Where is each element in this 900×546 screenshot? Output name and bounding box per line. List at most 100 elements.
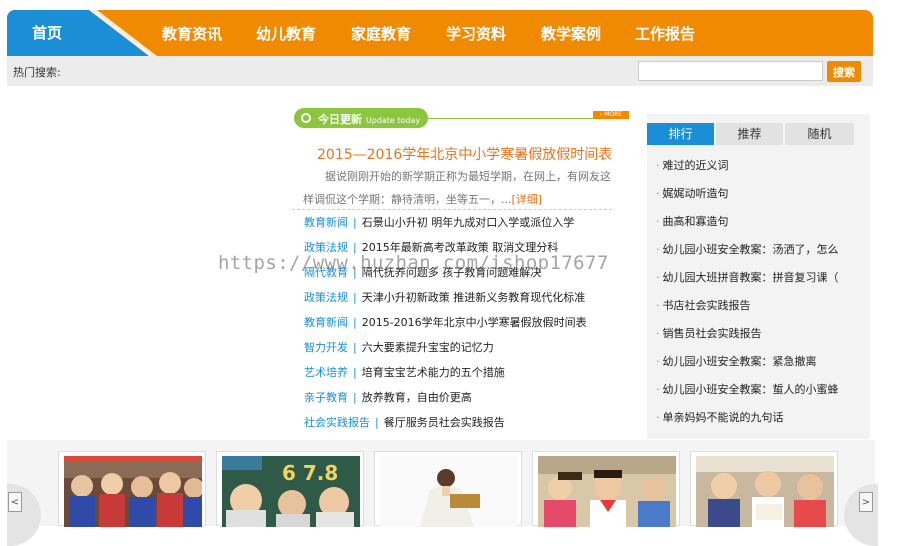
summary-text: 据说刚刚开始的新学期正称为最短学期，在网上，有网友这样调侃这个学期：静待清明，坐… [303, 170, 611, 206]
news-item: 智力开发 | 六大要素提升宝宝的记忆力 [304, 337, 587, 362]
ranking-panel: 排行 推荐 随机 · 难过的近义词 · 娓娓动听造句 · 曲高和寡造句 · 幼儿园小班安… [647, 114, 870, 439]
woman-white-dress-photo [380, 456, 518, 527]
news-title[interactable]: 六大要素提升宝宝的记忆力 [362, 341, 494, 354]
today-update-subtitle: Update today [365, 116, 421, 125]
today-update-badge: 今日更新 Update today [294, 108, 428, 128]
carousel-thumbnail[interactable] [374, 451, 522, 527]
news-separator: | [353, 291, 357, 304]
news-separator: | [353, 366, 357, 379]
search-bar: 热门搜索: 搜索 [7, 56, 873, 86]
ranking-item-title: 幼儿园大班拼音教案：拼音复习课（ [662, 271, 839, 284]
bullet-icon: · [656, 299, 660, 312]
nav-item-study-materials[interactable]: 学习资料 [446, 23, 506, 44]
news-category[interactable]: 政策法规 [304, 291, 348, 304]
tab-recommended[interactable]: 推荐 [716, 123, 783, 145]
news-item: 亲子教育 | 放养教育，自由价更高 [304, 387, 587, 412]
ranking-item-title: 幼儿园小班安全教案：紧急撤离 [662, 355, 817, 368]
news-category[interactable]: 教育新闻 [304, 316, 348, 329]
students-group-photo [64, 456, 202, 527]
carousel-thumbnail[interactable] [58, 451, 206, 527]
news-title[interactable]: 石景山小升初 明年九成对口入学或派位入学 [362, 216, 575, 229]
ranking-list: · 难过的近义词 · 娓娓动听造句 · 曲高和寡造句 · 幼儿园小班安全教案：汤洒了，怎… [656, 152, 866, 432]
image-carousel: < 6 7.8 > [7, 440, 878, 546]
chevron-right-icon: > [859, 492, 873, 512]
ranking-item-title: 销售员社会实践报告 [662, 327, 762, 340]
home-tab-background [7, 10, 157, 56]
ranking-item-title: 曲高和寡造句 [662, 215, 729, 228]
carousel-thumbnail[interactable]: 6 7.8 [216, 451, 364, 527]
students-blackboard-photo: 6 7.8 [222, 456, 360, 527]
nav-item-education-news[interactable]: 教育资讯 [162, 23, 222, 44]
ranking-item[interactable]: · 幼儿园大班拼音教案：拼音复习课（ [656, 264, 866, 292]
headline-summary: 据说刚刚开始的新学期正称为最短学期，在网上，有网友这样调侃这个学期：静待清明，坐… [303, 165, 613, 211]
children-classroom-photo [538, 456, 676, 527]
ranking-item[interactable]: · 曲高和寡造句 [656, 208, 866, 236]
ranking-item[interactable]: · 幼儿园小班安全教案：蜇人的小蜜蜂 [656, 376, 866, 404]
news-title[interactable]: 放养教育，自由价更高 [362, 391, 472, 404]
kids-reading-photo [696, 456, 834, 527]
news-separator: | [353, 391, 357, 404]
news-category[interactable]: 教育新闻 [304, 216, 348, 229]
news-separator: | [375, 416, 379, 429]
nav-item-family-education[interactable]: 家庭教育 [351, 23, 411, 44]
chevron-left-icon: < [8, 492, 22, 512]
bullet-icon: · [656, 355, 660, 368]
bullet-icon: · [656, 159, 660, 172]
ranking-item[interactable]: · 难过的近义词 [656, 152, 866, 180]
nav-item-teaching-cases[interactable]: 教学案例 [541, 23, 601, 44]
search-input[interactable] [638, 61, 823, 81]
bullet-icon: · [656, 411, 660, 424]
search-button[interactable]: 搜索 [827, 61, 861, 82]
ranking-item[interactable]: · 书店社会实践报告 [656, 292, 866, 320]
news-category[interactable]: 艺术培养 [304, 366, 348, 379]
news-item: 艺术培养 | 培育宝宝艺术能力的五个措施 [304, 362, 587, 387]
news-title[interactable]: 2015-2016学年北京中小学寒暑假放假时间表 [362, 316, 587, 329]
nav-item-work-reports[interactable]: 工作报告 [635, 23, 695, 44]
bullet-icon: · [656, 327, 660, 340]
news-item: 社会实践报告 | 餐厅服务员社会实践报告 [304, 412, 587, 437]
news-category[interactable]: 智力开发 [304, 341, 348, 354]
carousel-prev-button[interactable]: < [7, 484, 41, 546]
nav-item-preschool-education[interactable]: 幼儿教育 [256, 23, 316, 44]
detail-link[interactable]: [详细] [512, 193, 543, 206]
ranking-item-title: 幼儿园小班安全教案：汤洒了，怎么 [662, 243, 839, 256]
news-title[interactable]: 天津小升初新政策 推进新义务教育现代化标准 [362, 291, 586, 304]
bullet-icon: · [656, 271, 660, 284]
news-list: 教育新闻 | 石景山小升初 明年九成对口入学或派位入学 政策法规 | 2015年最新高考… [304, 212, 587, 437]
ranking-item[interactable]: · 销售员社会实践报告 [656, 320, 866, 348]
home-tab[interactable]: 首页 [7, 10, 157, 56]
circle-icon [301, 113, 311, 123]
top-nav: 首页 教育资讯 幼儿教育 家庭教育 学习资料 教学案例 工作报告 [7, 10, 873, 56]
news-title[interactable]: 餐厅服务员社会实践报告 [384, 416, 505, 429]
ranking-item[interactable]: · 幼儿园小班安全教案：紧急撤离 [656, 348, 866, 376]
ranking-item[interactable]: · 单亲妈妈不能说的九句话 [656, 404, 866, 432]
bullet-icon: · [656, 215, 660, 228]
news-category[interactable]: 亲子教育 [304, 391, 348, 404]
news-item: 政策法规 | 天津小升初新政策 推进新义务教育现代化标准 [304, 287, 587, 312]
carousel-thumbnail[interactable] [690, 451, 838, 527]
news-category[interactable]: 社会实践报告 [304, 416, 370, 429]
bullet-icon: · [656, 383, 660, 396]
today-update-title: 今日更新 [318, 113, 362, 126]
carousel-thumbnail[interactable] [532, 451, 680, 527]
tab-random[interactable]: 随机 [785, 123, 854, 145]
tab-ranking[interactable]: 排行 [647, 123, 714, 145]
ranking-item-title: 单亲妈妈不能说的九句话 [662, 411, 784, 424]
home-tab-label: 首页 [32, 24, 63, 42]
news-item: 教育新闻 | 2015-2016学年北京中小学寒暑假放假时间表 [304, 312, 587, 337]
news-item: 教育新闻 | 石景山小升初 明年九成对口入学或派位入学 [304, 212, 587, 237]
ranking-item-title: 难过的近义词 [662, 159, 729, 172]
news-separator: | [353, 216, 357, 229]
summary-divider [292, 209, 612, 210]
news-separator: | [353, 341, 357, 354]
news-separator: | [353, 316, 357, 329]
ranking-item-title: 娓娓动听造句 [662, 187, 729, 200]
headline-link[interactable]: 2015—2016学年北京中小学寒暑假放假时间表 [317, 144, 612, 164]
ranking-item[interactable]: · 娓娓动听造句 [656, 180, 866, 208]
more-link[interactable]: › MORE [593, 111, 629, 119]
news-title[interactable]: 培育宝宝艺术能力的五个措施 [362, 366, 505, 379]
today-update-label: 今日更新 Update today [318, 111, 420, 127]
ranking-item[interactable]: · 幼儿园小班安全教案：汤洒了，怎么 [656, 236, 866, 264]
svg-text:6 7.8: 6 7.8 [282, 461, 338, 485]
carousel-next-button[interactable]: > [844, 484, 878, 546]
